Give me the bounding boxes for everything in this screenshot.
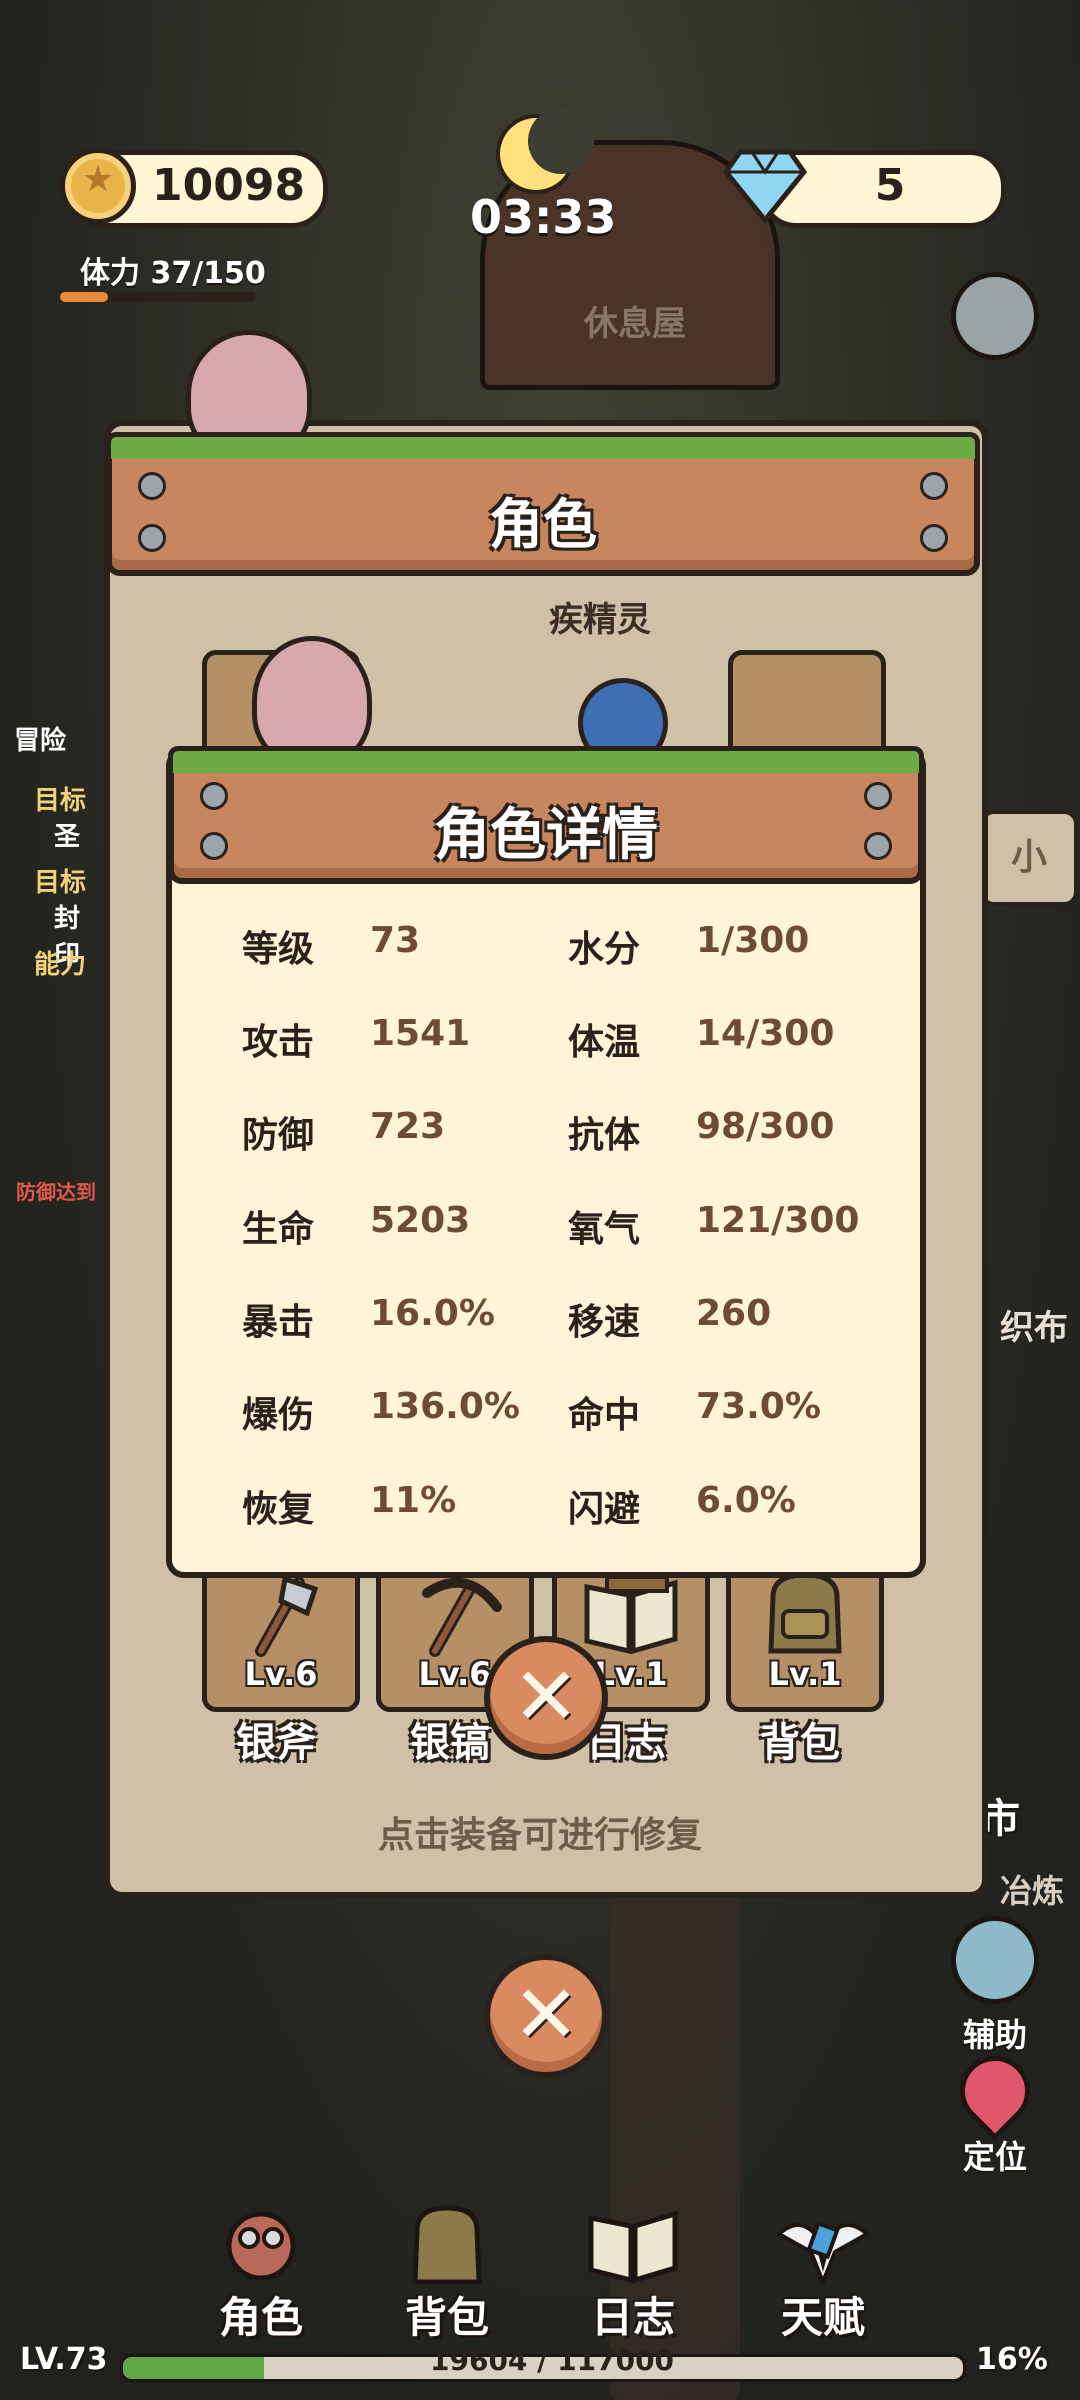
- stat-value: 73: [370, 920, 421, 961]
- nav-journal[interactable]: 日志: [558, 2204, 708, 2345]
- moon-shadow: [528, 108, 594, 174]
- stat-label: 攻击: [242, 1022, 315, 1063]
- nav-character[interactable]: 角色: [186, 2204, 336, 2345]
- nav-backpack[interactable]: 背包: [372, 2204, 522, 2345]
- player-level: LV.73: [20, 2342, 108, 2377]
- smelt-building-label: 冶炼: [1000, 1872, 1065, 1910]
- character-title-plank: 角色: [106, 432, 980, 576]
- close-icon: ✕: [512, 1650, 580, 1743]
- coin-icon: ★: [60, 148, 136, 224]
- character-icon: [213, 2204, 309, 2284]
- nav-talent[interactable]: 天赋: [748, 2204, 898, 2345]
- quest-target-2: 目标: [34, 868, 87, 898]
- stat-label: 恢复: [242, 1489, 315, 1530]
- stat-label: 移速: [568, 1302, 641, 1343]
- stat-label: 暴击: [242, 1302, 315, 1343]
- location-pin-icon: [945, 2041, 1045, 2141]
- equipment-name: 银斧: [236, 1720, 316, 1766]
- settings-button[interactable]: [940, 272, 1050, 366]
- journal-icon: [585, 2204, 681, 2284]
- stat-value: 260: [696, 1293, 772, 1334]
- stat-value: 1541: [370, 1013, 471, 1054]
- journal-icon: [584, 1575, 678, 1655]
- stat-value: 98/300: [696, 1106, 835, 1147]
- locate-button[interactable]: 定位: [930, 2041, 1060, 2178]
- xp-fill: [123, 2357, 264, 2379]
- repair-hint: 点击装备可进行修复: [377, 1815, 702, 1856]
- quest-target-1: 目标: [34, 786, 87, 816]
- equipment-name: 背包: [760, 1720, 840, 1766]
- stat-value: 11%: [370, 1480, 457, 1521]
- stat-label: 防御: [242, 1115, 315, 1156]
- character-panel-title: 角色: [489, 493, 597, 556]
- nav-label: 日志: [590, 2293, 675, 2342]
- close-detail-button[interactable]: ✕: [484, 1636, 608, 1760]
- diamond-icon: [722, 149, 808, 224]
- assist-button[interactable]: 辅助: [930, 1916, 1060, 2056]
- stat-value: 6.0%: [696, 1480, 796, 1521]
- nav-label: 背包: [404, 2293, 489, 2342]
- xp-text: 19604 / 117000: [430, 2344, 675, 2377]
- xp-percent: 16%: [976, 2342, 1048, 2377]
- weave-building-label: 织布: [1000, 1308, 1068, 1348]
- quest-target-1-text: 圣: [54, 822, 81, 852]
- stat-value: 5203: [370, 1200, 471, 1241]
- compass-icon: [951, 1916, 1039, 2004]
- close-icon: ✕: [512, 1968, 580, 2061]
- detail-panel-title: 角色详情: [434, 803, 658, 868]
- stat-label: 等级: [242, 929, 315, 970]
- stat-label: 生命: [242, 1209, 315, 1250]
- stat-label: 氧气: [568, 1209, 641, 1250]
- coin-amount: 10098: [152, 160, 306, 211]
- stat-label: 抗体: [568, 1115, 641, 1156]
- small-button-fragment[interactable]: 小: [980, 810, 1078, 906]
- gear-icon: [951, 272, 1039, 360]
- close-panel-button[interactable]: ✕: [484, 1954, 608, 2078]
- quest-defense-note: 防御达到: [16, 1180, 96, 1204]
- grass-trim: [106, 432, 980, 459]
- stat-label: 体温: [568, 1022, 641, 1063]
- stat-label: 爆伤: [242, 1395, 315, 1436]
- equipment-level: Lv.6: [244, 1655, 318, 1693]
- stat-value: 136.0%: [370, 1386, 520, 1427]
- stamina-fill: [60, 292, 109, 302]
- gem-amount: 5: [874, 160, 906, 211]
- detail-title-plank: 角色详情: [168, 746, 924, 884]
- quest-ability: 能力: [34, 950, 87, 980]
- assist-label: 辅助: [962, 2016, 1027, 2054]
- stat-label: 闪避: [568, 1489, 641, 1530]
- axe-icon: [255, 1575, 319, 1657]
- stat-value: 723: [370, 1106, 446, 1147]
- clock-time: 03:33: [470, 190, 617, 244]
- stamina-bar: [60, 292, 256, 302]
- stat-label: 命中: [568, 1395, 641, 1436]
- talent-icon: [775, 2204, 871, 2288]
- locate-label: 定位: [962, 2138, 1027, 2176]
- quest-panel-left: 冒险 目标 圣 目标 封印 能力 防御达到: [0, 700, 104, 1280]
- pickaxe-icon: [422, 1577, 502, 1657]
- nav-label: 角色: [218, 2293, 303, 2342]
- stat-value: 14/300: [696, 1013, 835, 1054]
- equipment-level: Lv.1: [768, 1655, 842, 1693]
- quest-title: 冒险: [14, 726, 67, 756]
- stat-label: 水分: [568, 929, 641, 970]
- stat-value: 16.0%: [370, 1293, 495, 1334]
- companion-name: 疾精灵: [549, 600, 651, 640]
- backpack-icon: [399, 2204, 495, 2285]
- backpack-icon: [768, 1572, 842, 1654]
- stat-value: 73.0%: [696, 1386, 821, 1427]
- stat-value: 1/300: [696, 920, 810, 961]
- nav-label: 天赋: [780, 2293, 865, 2342]
- stamina-label: 体力 37/150: [80, 256, 266, 291]
- stat-value: 121/300: [696, 1200, 860, 1241]
- grass-trim: [168, 746, 924, 773]
